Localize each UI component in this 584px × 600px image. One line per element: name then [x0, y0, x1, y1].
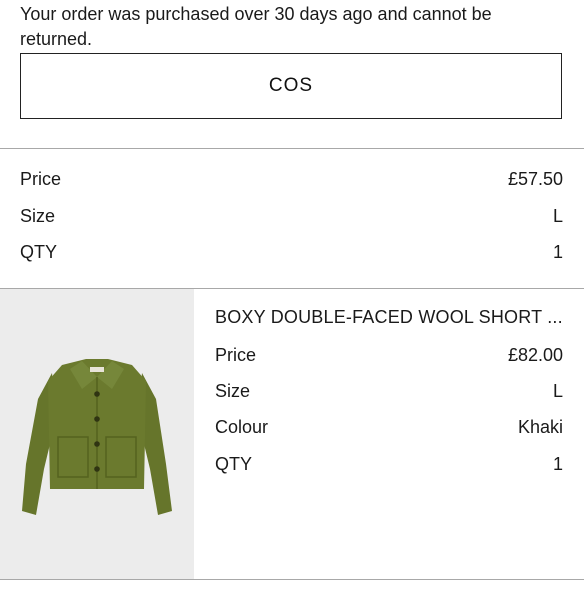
price-value: £82.00 [507, 344, 563, 365]
qty-label: QTY [20, 241, 58, 262]
size-label: Size [215, 380, 251, 401]
divider [0, 579, 584, 580]
product-image[interactable] [0, 289, 194, 579]
colour-label: Colour [215, 416, 269, 437]
qty-value: 1 [552, 241, 563, 262]
qty-row: QTY 1 [20, 240, 563, 264]
return-notice: Your order was purchased over 30 days ag… [20, 4, 492, 49]
khaki-wool-jacket-image [0, 289, 194, 579]
size-row: Size L [20, 204, 563, 228]
brand-button[interactable]: COS [20, 53, 562, 119]
price-value: £57.50 [507, 168, 563, 189]
qty-label: QTY [215, 453, 253, 474]
price-label: Price [215, 344, 257, 365]
divider [0, 148, 584, 149]
qty-row: QTY 1 [215, 452, 563, 476]
price-row: Price £57.50 [20, 167, 563, 191]
product-title[interactable]: BOXY DOUBLE-FACED WOOL SHORT ... [215, 307, 565, 328]
size-label: Size [20, 205, 56, 226]
colour-row: Colour Khaki [215, 415, 563, 439]
size-value: L [552, 205, 563, 226]
colour-value: Khaki [517, 416, 563, 437]
qty-value: 1 [552, 453, 563, 474]
size-value: L [552, 380, 563, 401]
size-row: Size L [215, 379, 563, 403]
price-row: Price £82.00 [215, 343, 563, 367]
price-label: Price [20, 168, 62, 189]
